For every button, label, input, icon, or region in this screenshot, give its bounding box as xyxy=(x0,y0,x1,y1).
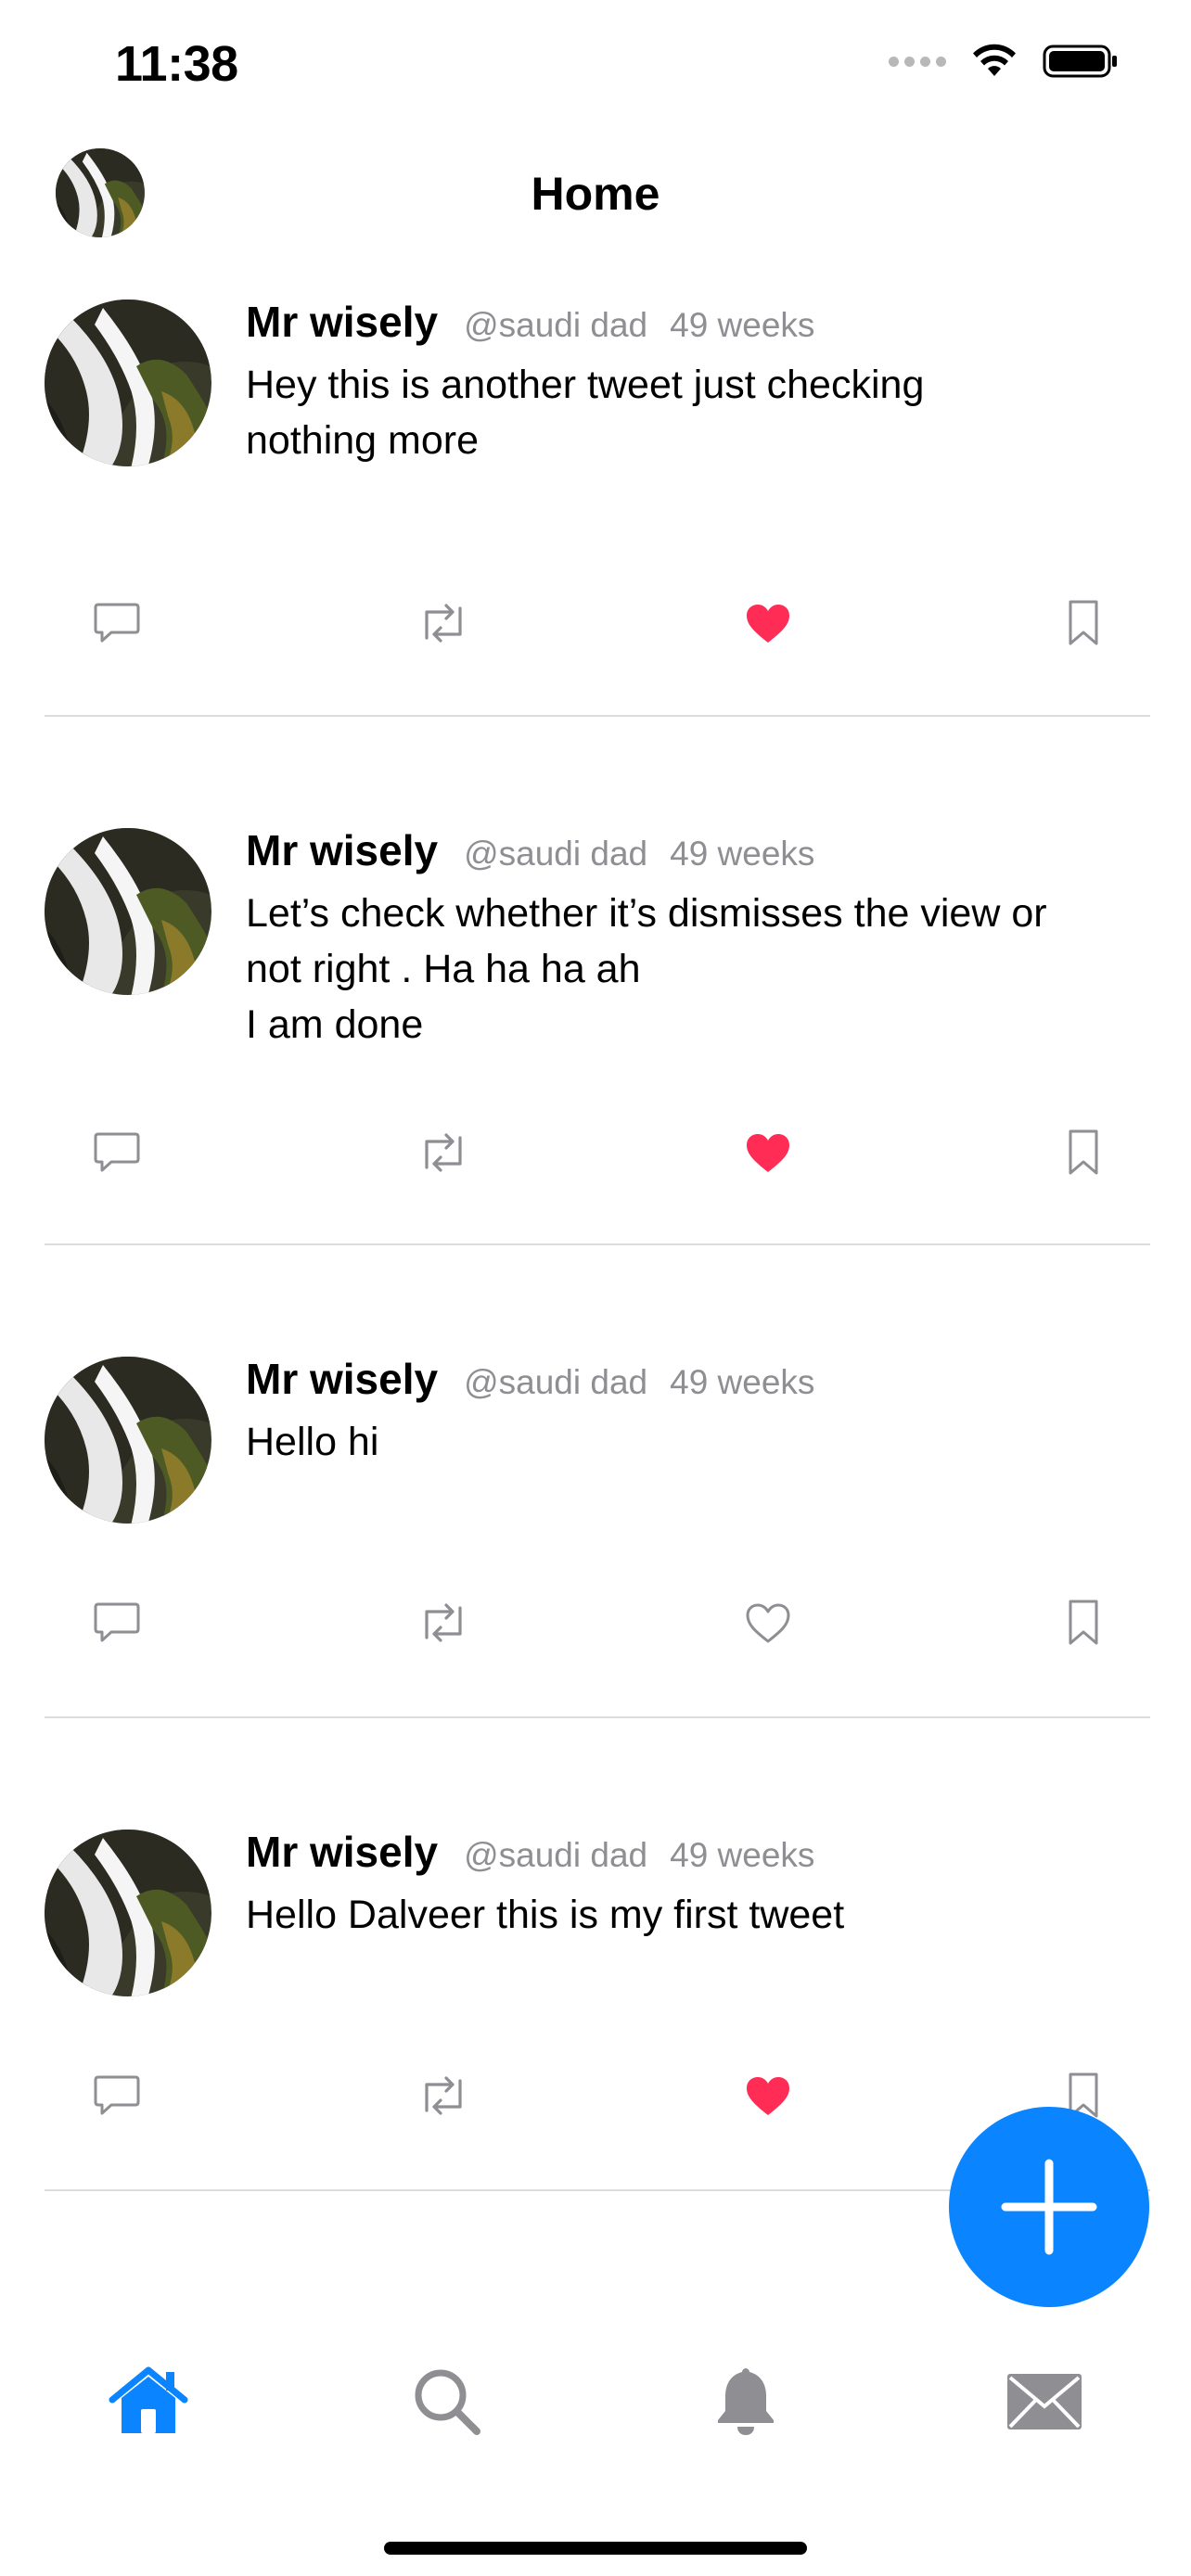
tweet-author-name: Mr wisely xyxy=(246,298,439,346)
bookmark-icon xyxy=(1069,600,1098,645)
retweet-icon xyxy=(425,2076,462,2115)
tweet-text: Hey this is another tweet just checking … xyxy=(246,363,925,463)
tweet-header: Mr wisely @saudi dad 49 weeks xyxy=(246,297,814,347)
heart-outline-icon xyxy=(746,1603,790,1643)
tweet-author-handle: @saudi dad xyxy=(464,306,648,344)
tab-bar xyxy=(0,2355,1191,2457)
home-screen: 11:38 Home Mr wisely @saudi dad 49 weeks… xyxy=(0,0,1191,2576)
retweet-icon xyxy=(425,604,462,643)
retweet-button[interactable] xyxy=(416,2068,471,2123)
reply-button[interactable] xyxy=(89,595,145,651)
like-button[interactable] xyxy=(740,1125,796,1180)
reply-button[interactable] xyxy=(89,2068,145,2123)
reply-icon xyxy=(94,1602,140,1642)
tab-search[interactable] xyxy=(401,2355,493,2448)
bookmark-button[interactable] xyxy=(1056,1595,1111,1651)
tweet-actions xyxy=(0,1125,1191,1180)
tweet-text: Hello hi xyxy=(246,1420,379,1464)
wifi-icon xyxy=(973,44,1016,76)
retweet-button[interactable] xyxy=(416,1595,471,1651)
status-time: 11:38 xyxy=(115,36,238,92)
tweet-author-handle: @saudi dad xyxy=(464,835,648,873)
like-button[interactable] xyxy=(740,595,796,651)
tweet-author-name: Mr wisely xyxy=(246,826,439,874)
retweet-button[interactable] xyxy=(416,595,471,651)
reply-icon xyxy=(94,2075,140,2115)
tweet-divider xyxy=(45,715,1150,717)
tweet-header: Mr wisely @saudi dad 49 weeks xyxy=(246,825,814,875)
tweet-header: Mr wisely @saudi dad 49 weeks xyxy=(246,1354,814,1404)
envelope-icon xyxy=(1007,2374,1082,2429)
retweet-icon xyxy=(425,1603,462,1642)
magnifier-icon xyxy=(415,2369,480,2435)
tweet-author-name: Mr wisely xyxy=(246,1355,439,1403)
heart-icon xyxy=(747,605,789,643)
tweet-timestamp: 49 weeks xyxy=(670,1363,815,1401)
tweet-divider xyxy=(45,1243,1150,1245)
tweet-author-handle: @saudi dad xyxy=(464,1836,648,1874)
bookmark-button[interactable] xyxy=(1056,1125,1111,1180)
tweet-text: Hello Dalveer this is my first tweet xyxy=(246,1893,845,1937)
heart-icon xyxy=(747,1134,789,1172)
reply-button[interactable] xyxy=(89,1125,145,1180)
home-indicator xyxy=(384,2542,807,2555)
house-icon xyxy=(109,2366,188,2433)
tweet-header: Mr wisely @saudi dad 49 weeks xyxy=(246,1827,814,1877)
tweet-avatar[interactable] xyxy=(45,1830,211,1996)
tweet-timestamp: 49 weeks xyxy=(670,835,815,873)
tweet-author-handle: @saudi dad xyxy=(464,1363,648,1401)
tweet-avatar[interactable] xyxy=(45,1357,211,1524)
plus-icon xyxy=(1001,2159,1097,2255)
cellular-signal-icon xyxy=(889,56,946,67)
tweet-timestamp: 49 weeks xyxy=(670,306,815,344)
tweet-text: Let’s check whether it’s dismisses the v… xyxy=(246,891,1047,1047)
tweet-actions xyxy=(0,1595,1191,1651)
tab-home[interactable] xyxy=(102,2355,195,2448)
bookmark-icon xyxy=(1069,1600,1098,1645)
reply-button[interactable] xyxy=(89,1595,145,1651)
tweet-avatar[interactable] xyxy=(45,828,211,995)
status-icons xyxy=(889,43,1119,80)
retweet-icon xyxy=(425,1133,462,1172)
waterfall-avatar-image xyxy=(45,1357,211,1524)
tab-messages[interactable] xyxy=(998,2355,1091,2448)
bookmark-icon xyxy=(1069,1129,1098,1175)
like-button[interactable] xyxy=(740,1595,796,1651)
tweet-divider xyxy=(45,1716,1150,1718)
tweet-avatar[interactable] xyxy=(45,300,211,466)
bell-icon xyxy=(718,2368,774,2435)
tweet-actions xyxy=(0,595,1191,651)
tweet-author-name: Mr wisely xyxy=(246,1828,439,1876)
waterfall-avatar-image xyxy=(45,1830,211,1996)
heart-icon xyxy=(747,2077,789,2115)
compose-tweet-button[interactable] xyxy=(949,2107,1149,2307)
like-button[interactable] xyxy=(740,2068,796,2123)
battery-icon xyxy=(1043,45,1117,78)
retweet-button[interactable] xyxy=(416,1125,471,1180)
waterfall-avatar-image xyxy=(45,828,211,995)
tab-notifications[interactable] xyxy=(699,2355,792,2448)
bookmark-button[interactable] xyxy=(1056,595,1111,651)
reply-icon xyxy=(94,1132,140,1172)
page-title: Home xyxy=(531,168,660,220)
reply-icon xyxy=(94,603,140,643)
waterfall-avatar-image xyxy=(45,300,211,466)
tweet-timestamp: 49 weeks xyxy=(670,1836,815,1874)
